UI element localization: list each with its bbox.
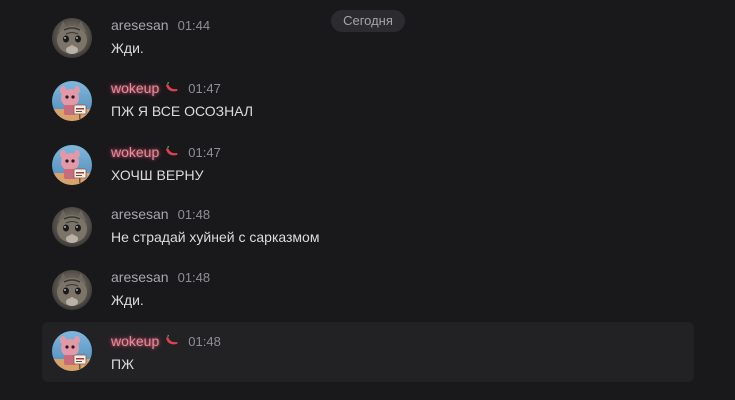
chili-pepper-icon	[165, 335, 179, 347]
message-header: aresesan 01:48	[111, 205, 210, 223]
message-row[interactable]: wokeup 01:47 ПЖ Я ВСЕ ОСОЗНАЛ	[42, 76, 694, 136]
message-row[interactable]: aresesan 01:48 Жди.	[42, 265, 694, 325]
message-header: wokeup 01:48	[111, 332, 221, 350]
timestamp: 01:44	[177, 17, 211, 33]
author-name[interactable]: wokeup	[111, 80, 159, 96]
message-text: Жди.	[111, 292, 144, 308]
cat-avatar[interactable]	[52, 207, 92, 247]
message-header: aresesan 01:44	[111, 16, 210, 34]
message-header: wokeup 01:47	[111, 143, 221, 161]
cartoon-avatar[interactable]	[52, 145, 92, 185]
timestamp: 01:48	[177, 269, 211, 285]
message-text: ХОЧШ ВЕРНУ	[111, 167, 204, 183]
message-row[interactable]: wokeup 01:47 ХОЧШ ВЕРНУ	[42, 140, 694, 200]
cat-avatar[interactable]	[52, 18, 92, 58]
message-row[interactable]: aresesan 01:44 Жди.	[42, 13, 694, 73]
author-name[interactable]: aresesan	[111, 269, 169, 285]
message-row-hovered[interactable]: wokeup 01:48 ПЖ	[42, 322, 694, 382]
author-name[interactable]: wokeup	[111, 333, 159, 349]
message-text: Не страдай хуйней с сарказмом	[111, 229, 320, 245]
cartoon-avatar[interactable]	[52, 81, 92, 121]
timestamp: 01:48	[188, 333, 221, 349]
author-name[interactable]: aresesan	[111, 17, 169, 33]
chili-pepper-icon	[165, 146, 179, 158]
message-text: ПЖ Я ВСЕ ОСОЗНАЛ	[111, 103, 254, 119]
cat-avatar[interactable]	[52, 270, 92, 310]
timestamp: 01:48	[177, 206, 211, 222]
message-header: aresesan 01:48	[111, 268, 210, 286]
message-text: Жди.	[111, 40, 144, 56]
timestamp: 01:47	[188, 80, 221, 96]
message-row[interactable]: aresesan 01:48 Не страдай хуйней с сарка…	[42, 202, 694, 262]
message-text: ПЖ	[111, 356, 134, 372]
timestamp: 01:47	[188, 144, 221, 160]
chili-pepper-icon	[165, 82, 179, 94]
cartoon-avatar[interactable]	[52, 331, 92, 371]
chat-view: Сегодня aresesan 01:44 Жди. wokeup 01:47…	[0, 0, 735, 400]
author-name[interactable]: wokeup	[111, 144, 159, 160]
author-name[interactable]: aresesan	[111, 206, 169, 222]
message-header: wokeup 01:47	[111, 79, 221, 97]
